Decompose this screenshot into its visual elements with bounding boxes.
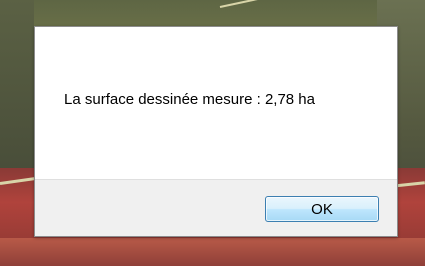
map-road-line xyxy=(219,0,260,8)
dialog-footer: OK xyxy=(35,179,397,236)
ok-button[interactable]: OK xyxy=(265,196,379,222)
dialog-message: La surface dessinée mesure : 2,78 ha xyxy=(64,91,315,108)
alert-dialog: La surface dessinée mesure : 2,78 ha OK xyxy=(34,26,398,237)
dialog-body: La surface dessinée mesure : 2,78 ha xyxy=(35,27,397,179)
drawn-parcel-edge xyxy=(0,238,425,266)
